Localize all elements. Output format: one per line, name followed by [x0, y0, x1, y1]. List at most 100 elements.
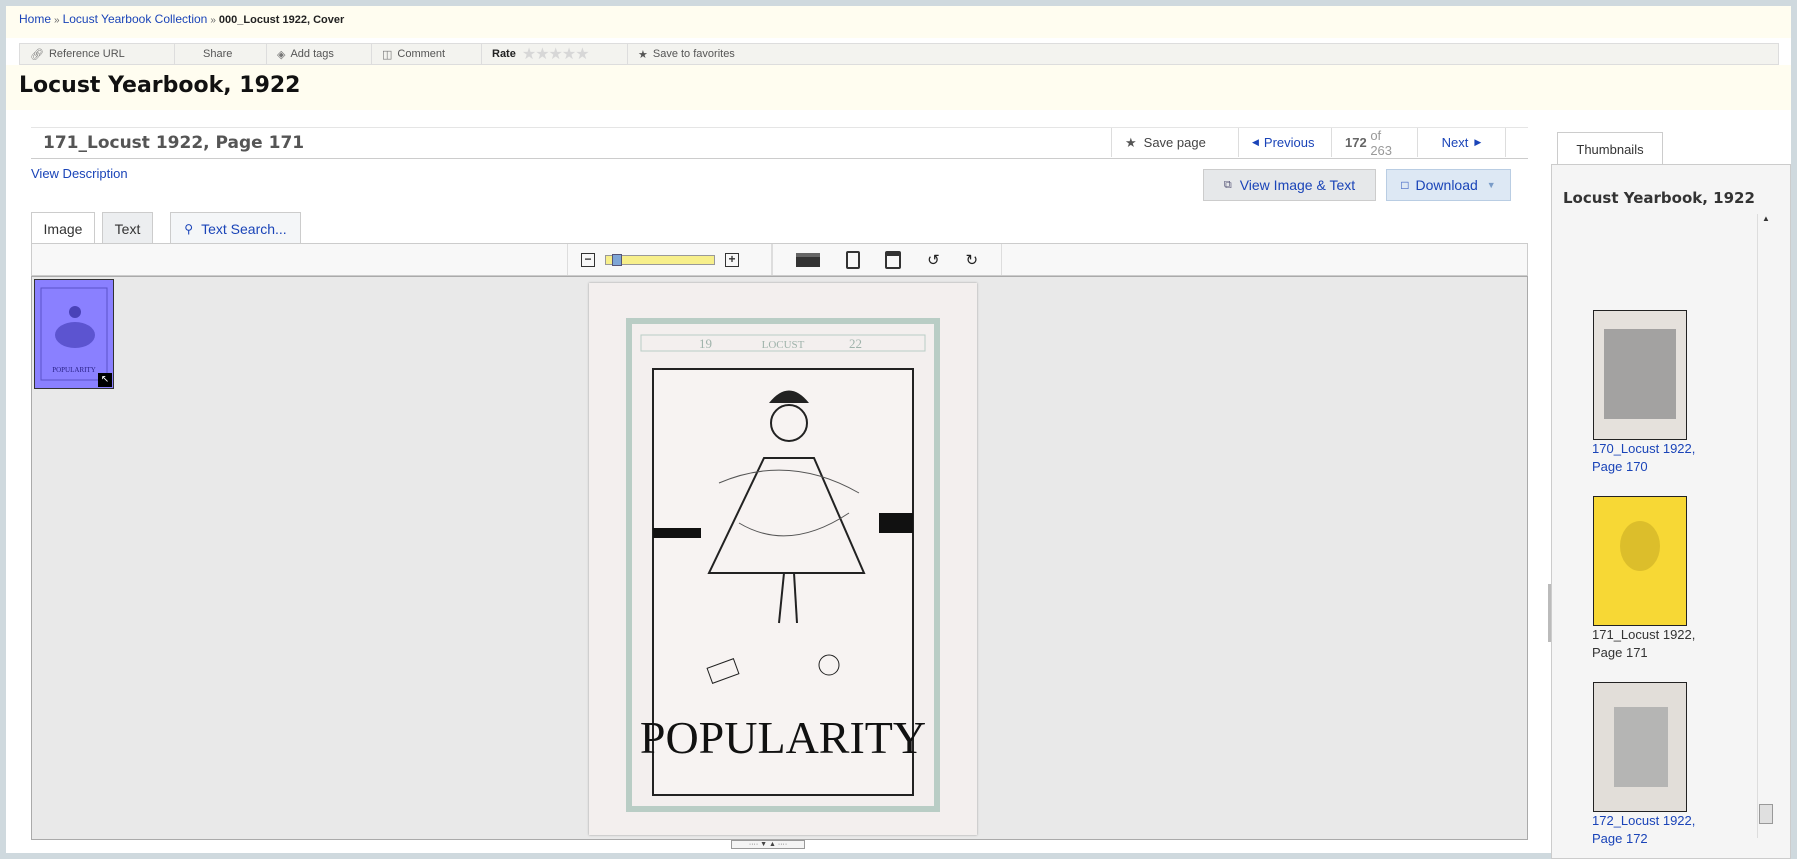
text-search-button[interactable]: ⚲ Text Search...: [170, 212, 301, 244]
zoom-in-button[interactable]: +: [725, 252, 739, 267]
tab-thumbnails[interactable]: Thumbnails: [1557, 132, 1663, 165]
image-caption: POPULARITY: [640, 712, 926, 763]
breadcrumb: Home» Locust Yearbook Collection» 000_Locu…: [6, 6, 1791, 38]
text-search-label: Text Search...: [201, 220, 287, 237]
rotate-left-icon[interactable]: ↺: [927, 251, 940, 269]
reference-url-button[interactable]: 🔗︎ Reference URL: [20, 44, 175, 64]
page-header: 171_Locust 1922, Page 171 ★ Save page ◀ …: [31, 127, 1528, 159]
image-viewer[interactable]: POPULARITY ↖ 19 LOCUST 22 POPULARITY: [31, 276, 1528, 840]
rating-stars[interactable]: ★★★★★: [522, 44, 590, 64]
chevron-down-icon: ▼: [1486, 180, 1496, 190]
image-year-left: 19: [699, 336, 712, 351]
minimap-thumbnail-image: POPULARITY: [40, 287, 108, 381]
tag-icon: ◈: [277, 48, 286, 61]
viewer-resize-handle[interactable]: ···· ▼ ▲ ····: [731, 840, 805, 849]
rate-label: Rate: [492, 48, 516, 60]
tab-text[interactable]: Text: [102, 212, 153, 244]
title-bar: Locust Yearbook, 1922: [6, 65, 1791, 110]
thumbnail-label-line2: Page 170: [1592, 459, 1648, 474]
thumbnail-image: [1620, 521, 1660, 571]
tab-image-label: Image: [43, 221, 83, 237]
view-tools-group: ↺ ↻: [772, 244, 1002, 275]
rotate-right-icon[interactable]: ↻: [966, 251, 979, 269]
add-tags-button[interactable]: ◈ Add tags: [267, 44, 372, 64]
save-page-button[interactable]: ★ Save page: [1111, 128, 1238, 157]
breadcrumb-home[interactable]: Home: [19, 12, 51, 26]
zoom-slider[interactable]: [605, 253, 715, 266]
thumbnail-label-line1: 170_Locust 1922,: [1592, 441, 1696, 456]
thumbnail-label-171[interactable]: 171_Locust 1922, Page 171: [1592, 626, 1695, 662]
thumbnail-label-line2: Page 171: [1592, 645, 1648, 660]
thumbnail-171-selected[interactable]: [1593, 496, 1687, 626]
page-total: of 263: [1370, 127, 1393, 158]
caret-right-icon: ▶: [1474, 137, 1482, 147]
expand-icon[interactable]: ↖: [98, 373, 112, 387]
breadcrumb-separator: »: [54, 15, 60, 26]
save-favorites-label: Save to favorites: [652, 48, 735, 60]
star-icon: ★: [1125, 134, 1137, 150]
star-icon: ★: [638, 48, 648, 61]
add-tags-label: Add tags: [290, 48, 334, 60]
view-image-text-label: View Image & Text: [1239, 177, 1356, 193]
current-page-name: 171_Locust 1922, Page 171: [43, 133, 305, 153]
previous-label: Previous: [1263, 135, 1315, 150]
view-description-link[interactable]: View Description: [31, 166, 128, 181]
viewer-toolbar: − + ↺ ↻: [31, 243, 1528, 276]
scroll-up-icon[interactable]: ▲: [1762, 214, 1770, 223]
thumbnails-panel-title: Locust Yearbook, 1922: [1563, 189, 1755, 207]
app-frame: Home» Locust Yearbook Collection» 000_Locu…: [6, 6, 1791, 859]
breadcrumb-current: 000_Locust 1922, Cover: [218, 14, 345, 26]
zoom-slider-handle[interactable]: [612, 253, 622, 266]
thumbnail-label-170[interactable]: 170_Locust 1922, Page 170: [1592, 440, 1695, 476]
page-current-index: 172: [1345, 135, 1367, 150]
scrollbar-thumb[interactable]: [1759, 804, 1773, 824]
file-icon: □: [1401, 178, 1409, 192]
page-counter: 172 of 263: [1331, 127, 1417, 158]
reference-url-label: Reference URL: [48, 48, 125, 60]
previous-button[interactable]: ◀ Previous: [1238, 128, 1331, 157]
tab-text-label: Text: [114, 220, 141, 237]
next-label: Next: [1441, 135, 1469, 150]
thumbnail-label-line2: Page 172: [1592, 831, 1648, 846]
share-label: Share: [203, 48, 233, 60]
breadcrumb-collection[interactable]: Locust Yearbook Collection: [63, 12, 208, 26]
fit-page-icon[interactable]: [845, 250, 860, 269]
image-year-right: 22: [849, 336, 862, 351]
caret-left-icon: ◀: [1252, 137, 1259, 147]
share-button[interactable]: Share: [175, 44, 267, 64]
page-title: Locust Yearbook, 1922: [19, 73, 301, 98]
copy-icon: ⧉: [1223, 178, 1232, 191]
minimap-caption: POPULARITY: [52, 366, 96, 374]
fit-width-icon[interactable]: [795, 252, 820, 267]
comment-button[interactable]: ◫ Comment: [372, 44, 482, 64]
save-page-label: Save page: [1143, 135, 1206, 150]
fit-height-icon[interactable]: [885, 250, 902, 269]
link-icon: 🔗︎: [30, 48, 44, 61]
rate-control: Rate ★★★★★: [482, 44, 628, 64]
thumbnail-label-line1: 171_Locust 1922,: [1592, 627, 1696, 642]
download-label: Download: [1415, 177, 1478, 193]
zoom-out-button[interactable]: −: [581, 252, 595, 267]
navigator-minimap[interactable]: POPULARITY ↖: [34, 279, 114, 389]
next-button[interactable]: Next ▶: [1417, 128, 1506, 157]
action-bar: 🔗︎ Reference URL Share ◈ Add tags ◫ Comm…: [19, 43, 1779, 65]
breadcrumb-separator: »: [210, 15, 216, 26]
thumbnail-image: [1614, 707, 1668, 787]
thumbnail-image: [1604, 329, 1676, 419]
download-button[interactable]: □ Download ▼: [1386, 169, 1511, 201]
zoom-group: − +: [567, 244, 772, 275]
view-image-text-button[interactable]: ⧉ View Image & Text: [1203, 169, 1376, 201]
save-favorites-button[interactable]: ★ Save to favorites: [628, 44, 788, 64]
image-header-word: LOCUST: [762, 339, 805, 351]
thumbnails-tab-label: Thumbnails: [1576, 141, 1644, 157]
thumbnails-scrollbar[interactable]: ▲: [1757, 214, 1775, 838]
page-image: 19 LOCUST 22 POPULARITY: [589, 283, 977, 835]
thumbnail-label-line1: 172_Locust 1922,: [1592, 813, 1696, 828]
thumbnail-170[interactable]: [1593, 310, 1687, 440]
page-illustration: 19 LOCUST 22 POPULARITY: [626, 318, 940, 812]
tab-image[interactable]: Image: [31, 212, 95, 245]
thumbnail-172[interactable]: [1593, 682, 1687, 812]
search-icon: ⚲: [184, 221, 194, 236]
thumbnail-label-172[interactable]: 172_Locust 1922, Page 172: [1592, 812, 1695, 848]
comment-label: Comment: [397, 48, 446, 60]
